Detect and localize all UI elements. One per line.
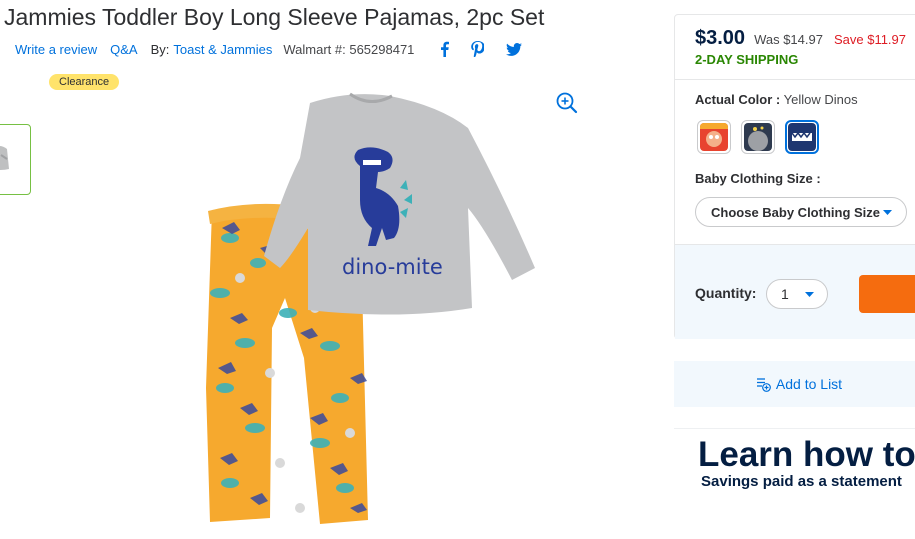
add-to-cart-button[interactable]: [859, 275, 915, 313]
write-review-link[interactable]: Write a review: [15, 42, 97, 57]
zoom-in-icon[interactable]: [556, 92, 578, 114]
swatch-yellow-dinos[interactable]: [785, 120, 819, 154]
promo-banner[interactable]: Learn how to Savings paid as a statement: [674, 428, 915, 498]
color-label-title: Actual Color :: [695, 92, 781, 107]
add-to-list-label: Add to List: [775, 376, 843, 392]
banner-headline: Learn how to: [698, 435, 915, 474]
divider: [675, 79, 915, 80]
size-dropdown[interactable]: Choose Baby Clothing Size: [695, 197, 907, 227]
quantity-value: 1: [781, 286, 789, 302]
pinterest-icon[interactable]: [471, 41, 485, 57]
product-image: dino-mite: [206, 92, 535, 524]
shirt-print-text: dino-mite: [342, 255, 443, 279]
color-label: Actual Color : Yellow Dinos: [695, 92, 858, 107]
image-thumbnail[interactable]: [0, 124, 31, 195]
qa-link[interactable]: Q&A: [110, 42, 137, 57]
shipping-label: 2-DAY SHIPPING: [695, 52, 799, 67]
swatch-gray[interactable]: [741, 120, 775, 154]
walmart-number: Walmart #: 565298471: [283, 41, 415, 57]
by-label: By:: [150, 41, 170, 57]
current-price: $3.00: [695, 27, 746, 49]
color-swatches: [697, 120, 819, 154]
chevron-down-icon: [805, 292, 814, 297]
swatch-red[interactable]: [697, 120, 731, 154]
color-value: Yellow Dinos: [783, 92, 858, 107]
product-meta-row: Write a review Q&A By: Toast & Jammies W…: [15, 41, 544, 57]
price-row: $3.00 Was $14.97 Save $11.97: [695, 27, 906, 50]
divider: [675, 244, 915, 245]
clearance-badge: Clearance: [49, 74, 120, 90]
was-price: Was $14.97: [754, 32, 823, 47]
size-dropdown-label: Choose Baby Clothing Size: [711, 204, 881, 220]
twitter-icon[interactable]: [506, 42, 523, 56]
quantity-label: Quantity:: [695, 285, 757, 301]
facebook-icon[interactable]: [440, 41, 450, 57]
size-label: Baby Clothing Size :: [695, 171, 821, 186]
product-page: Jammies Toddler Boy Long Sleeve Pajamas,…: [0, 0, 915, 539]
savings-amount: Save $11.97: [833, 32, 907, 47]
add-to-list-button[interactable]: Add to List: [674, 361, 915, 407]
chevron-down-icon: [883, 210, 892, 215]
list-add-icon: [756, 377, 771, 392]
banner-subtext: Savings paid as a statement: [701, 473, 902, 490]
quantity-dropdown[interactable]: 1: [766, 279, 828, 309]
brand-link[interactable]: Toast & Jammies: [173, 42, 272, 57]
purchase-panel: $3.00 Was $14.97 Save $11.97 2-DAY SHIPP…: [674, 14, 915, 339]
quantity-section: Quantity: 1: [675, 244, 915, 339]
product-title: Jammies Toddler Boy Long Sleeve Pajamas,…: [4, 4, 545, 30]
